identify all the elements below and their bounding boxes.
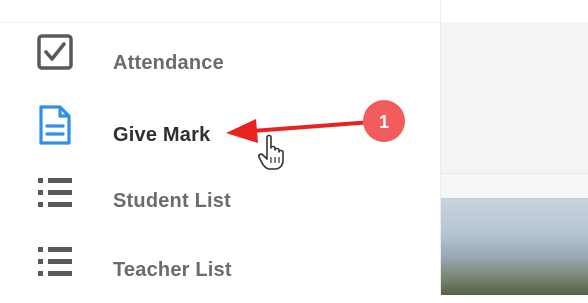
list-icon bbox=[36, 243, 74, 285]
sidebar-item-label: Student List bbox=[113, 190, 231, 212]
sidebar: Attendance Give Mark Student List Teache… bbox=[0, 0, 441, 295]
sidebar-item-teacher-list[interactable]: Teacher List bbox=[0, 243, 440, 303]
main-content bbox=[441, 0, 588, 295]
banner-image bbox=[441, 198, 588, 295]
sidebar-item-attendance[interactable]: Attendance bbox=[0, 32, 440, 92]
sidebar-item-give-mark[interactable]: Give Mark bbox=[0, 104, 440, 164]
content-topbar bbox=[441, 0, 588, 22]
list-icon bbox=[36, 174, 74, 216]
divider bbox=[0, 22, 440, 23]
document-icon bbox=[36, 104, 74, 146]
sidebar-item-label: Teacher List bbox=[113, 259, 232, 281]
checkbox-icon bbox=[36, 32, 74, 74]
sidebar-item-label: Give Mark bbox=[113, 124, 211, 146]
content-panel bbox=[441, 23, 588, 174]
sidebar-item-label: Attendance bbox=[113, 52, 224, 74]
sidebar-item-student-list[interactable]: Student List bbox=[0, 174, 440, 234]
